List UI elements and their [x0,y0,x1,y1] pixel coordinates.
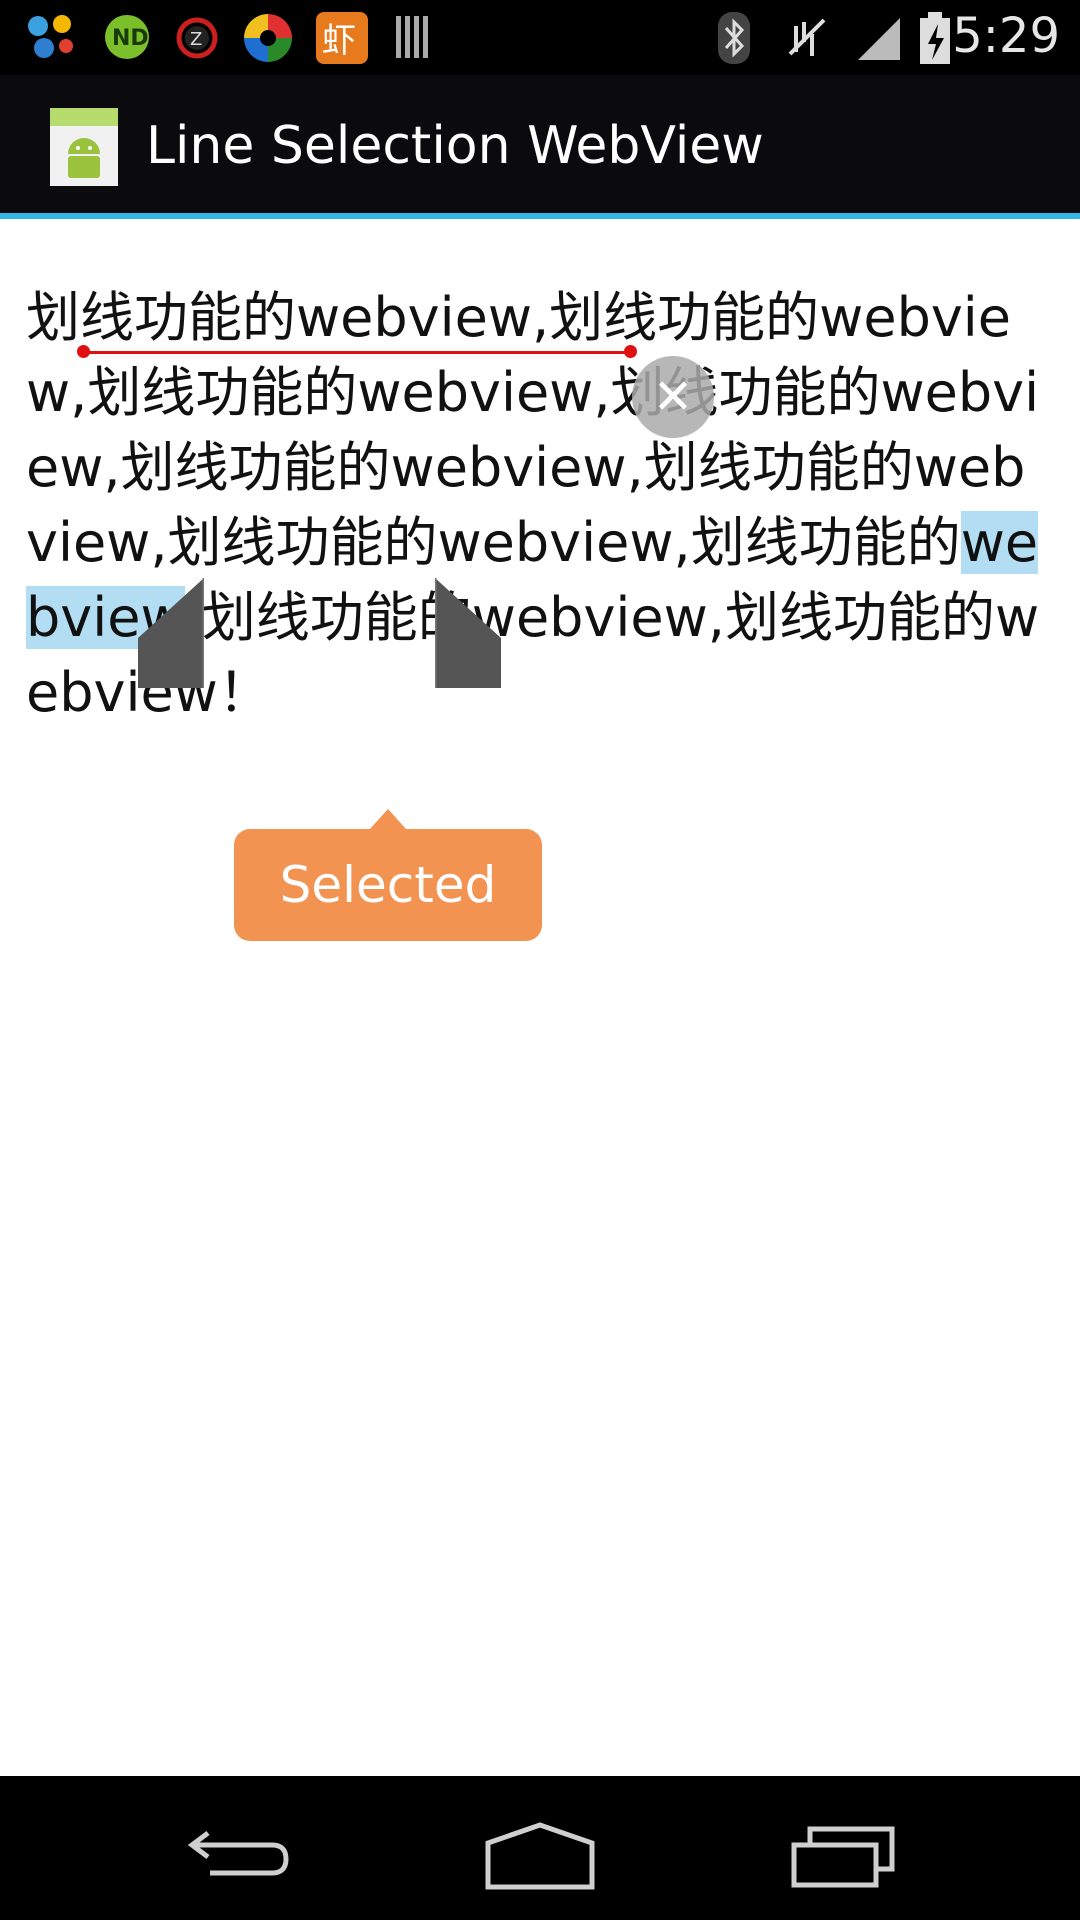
recents-icon[interactable] [780,1805,900,1895]
line-annotation[interactable] [84,351,630,354]
android-app-icon [50,108,118,186]
selection-start-handle[interactable] [138,578,204,688]
popup-arrow [370,809,406,829]
signal-icon [858,18,900,60]
svg-text:虾: 虾 [322,21,356,61]
svg-text:ND: ND [112,26,149,51]
selected-popup-button[interactable]: Selected [234,829,542,941]
nd-app-icon: ND [105,15,149,59]
action-bar-divider [0,213,1080,219]
home-icon[interactable] [480,1805,600,1895]
clock: 5:29 [952,8,1060,64]
colorful-app-icon [28,15,73,58]
remove-line-button[interactable]: ✕ [632,356,714,438]
line-start-dot[interactable] [77,345,90,358]
alarm-z-icon: Z [176,17,218,59]
app-title: Line Selection WebView [146,116,764,176]
selection-end-handle[interactable] [435,578,501,688]
text-before-selection[interactable]: 划线功能的webview,划线功能的webview,划线功能的webview,划… [26,286,1039,574]
pinwheel-app-icon [244,14,292,62]
bluetooth-icon [718,12,750,64]
battery-charging-icon [920,12,950,64]
line-end-dot[interactable] [624,345,637,358]
barcode-icon [396,16,428,58]
xia-music-app-icon: 虾 [316,12,368,64]
vibrate-off-icon [788,18,826,56]
back-icon[interactable] [180,1805,300,1895]
status-bar: ND Z 虾 5:29 [0,0,1080,75]
svg-text:Z: Z [190,29,202,50]
close-icon: ✕ [652,369,694,425]
